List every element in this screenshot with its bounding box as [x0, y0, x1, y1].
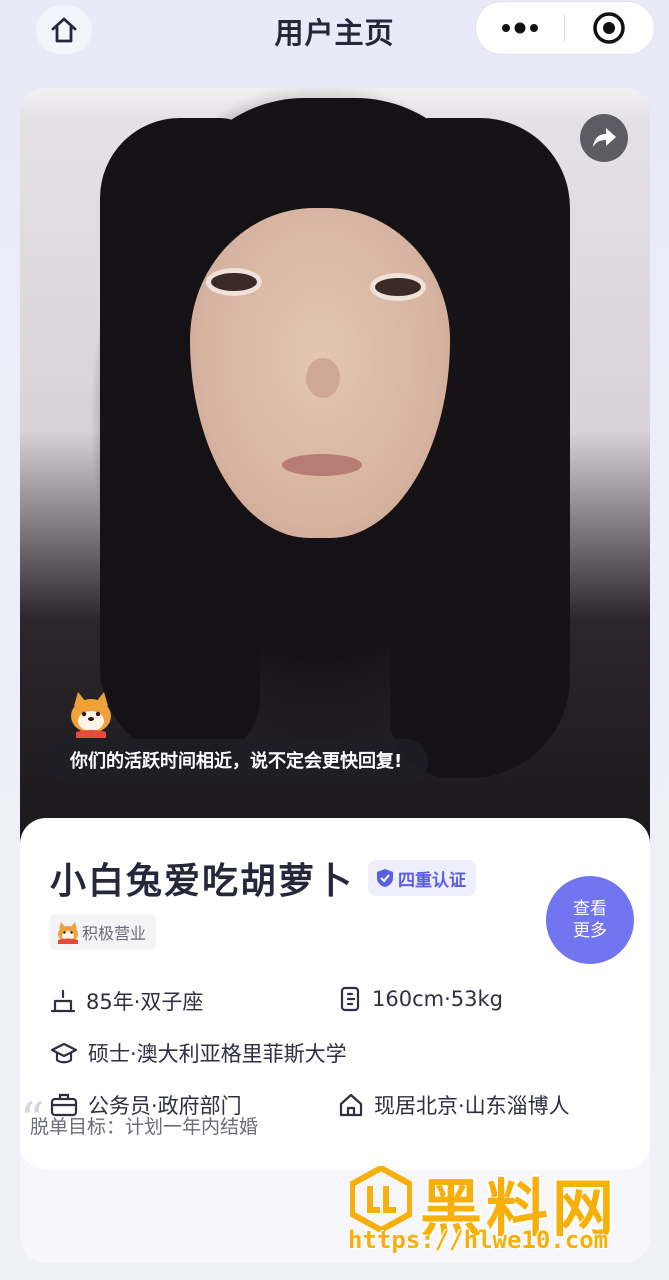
shiba-small-icon [58, 922, 78, 944]
shiba-mascot-icon [71, 692, 111, 738]
photo-nose [306, 358, 340, 398]
watermark: 黑料网 https://hlwe10.com [346, 1162, 654, 1272]
photo-eye-left [206, 268, 262, 296]
active-status-label: 积极营业 [82, 924, 147, 943]
share-button[interactable] [580, 114, 628, 162]
watermark-logo-icon [350, 1166, 412, 1232]
attr-location: 现居北京·山东淄博人 [338, 1090, 570, 1120]
cake-icon [50, 989, 76, 1013]
verification-badge[interactable]: 四重认证 [368, 860, 477, 896]
profile-photo[interactable]: 你们的活跃时间相近，说不定会更快回复! [20, 88, 650, 848]
graduation-cap-icon [50, 1042, 78, 1064]
view-more-line2: 更多 [573, 921, 607, 941]
attr-birth: 85年·双子座 [50, 986, 203, 1016]
shield-check-icon [377, 869, 394, 887]
attr-body: 160cm·53kg [338, 986, 503, 1012]
name-row: 小白兔爱吃胡萝卜 四重认证 [50, 852, 477, 904]
share-icon [593, 128, 616, 147]
watermark-url: https://hlwe10.com [348, 1226, 609, 1254]
close-mini-program-button[interactable] [565, 2, 653, 54]
attr-location-text: 现居北京·山东淄博人 [374, 1094, 570, 1118]
verification-badge-label: 四重认证 [398, 870, 467, 891]
photo-eye-right [370, 273, 426, 301]
active-status-tag: 积极营业 [50, 914, 157, 950]
view-more-button[interactable]: 查看 更多 [546, 876, 634, 964]
activity-hint-banner: 你们的活跃时间相近，说不定会更快回复! [48, 739, 429, 785]
user-nickname: 小白兔爱吃胡萝卜 [50, 861, 355, 902]
attr-education-text: 硕士·澳大利亚格里菲斯大学 [88, 1042, 347, 1066]
house-icon [339, 1093, 363, 1117]
view-more-line1: 查看 [573, 899, 607, 919]
attr-body-text: 160cm·53kg [372, 987, 503, 1011]
ruler-icon [340, 986, 360, 1012]
target-icon [593, 12, 625, 44]
more-dots-icon [502, 22, 538, 34]
top-navbar: 用户主页 [0, 0, 669, 72]
mini-program-capsule [476, 2, 654, 54]
relationship-goal: 脱单目标：计划一年内结婚 [30, 1116, 259, 1138]
more-menu-button[interactable] [476, 2, 564, 54]
attr-birth-text: 85年·双子座 [86, 990, 204, 1014]
photo-mouth [282, 454, 362, 476]
profile-card: 你们的活跃时间相近，说不定会更快回复! 小白兔爱吃胡萝卜 四重认证 积极营业 查… [20, 88, 650, 1263]
attr-education: 硕士·澳大利亚格里菲斯大学 [50, 1038, 347, 1068]
